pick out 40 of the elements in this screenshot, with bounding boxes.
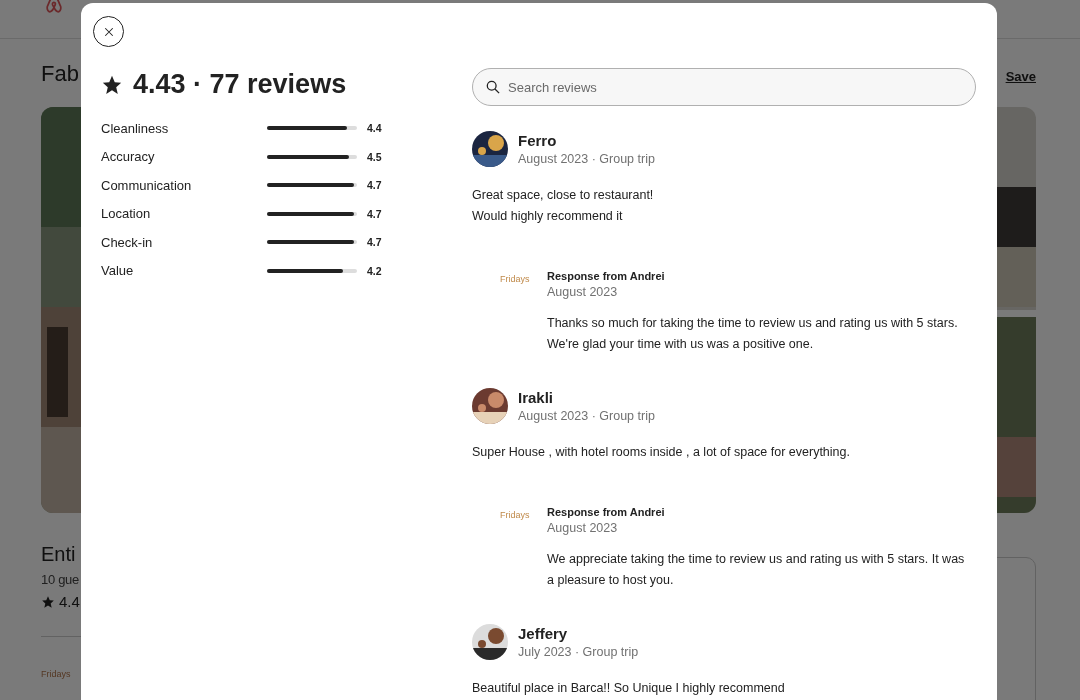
listing-title: Fab	[41, 61, 80, 88]
response-heading: Response from Andrei	[547, 270, 666, 282]
close-button[interactable]	[93, 16, 124, 47]
response-heading: Response from Andrei	[547, 506, 666, 518]
response-text: We appreciate taking the time to review us and rating us with 5 stars. It was a pleasure to host you.	[547, 551, 965, 589]
listing-rating: 4.4	[59, 593, 80, 610]
host-logo: Fridays	[499, 510, 531, 522]
category-name: Check-in	[101, 234, 154, 250]
review-text: Super House , with hotel rooms inside , a lot of space for everything.	[472, 444, 851, 461]
category-score: 4.5	[367, 150, 382, 163]
category-score: 4.4	[367, 122, 382, 135]
category-name: Accuracy	[101, 149, 156, 165]
category-name: Cleanliness	[101, 120, 170, 136]
listing-subtitle: Enti	[41, 543, 77, 566]
category-score: 4.7	[367, 207, 382, 220]
listing-details: 10 gue	[41, 572, 80, 587]
response-text: Thanks so much for taking the time to review us and rating us with 5 stars. We're glad your time with us was a positive one.	[547, 315, 958, 353]
reviewer-name: Irakli	[518, 389, 555, 406]
reviewer-name: Jeffery	[518, 625, 569, 642]
category-name: Communication	[101, 177, 193, 193]
category-score: 4.2	[367, 264, 382, 277]
close-icon	[102, 25, 115, 38]
category-name: Value	[101, 263, 135, 279]
review-meta: August 2023 · Group trip	[518, 152, 655, 166]
response-date: August 2023	[547, 285, 619, 299]
response-date: August 2023	[547, 521, 619, 535]
review-meta: August 2023 · Group trip	[518, 409, 655, 423]
category-score: 4.7	[367, 179, 382, 192]
host-logo: Fridays	[41, 669, 72, 679]
search-field[interactable]: Search reviews	[472, 68, 976, 106]
reviewer-name: Ferro	[518, 132, 558, 149]
review-meta: July 2023 · Group trip	[518, 645, 639, 659]
star-icon	[41, 594, 55, 609]
review-text: Great space, close to restaurant! Would highly recommend it	[472, 187, 655, 225]
review-text: Beautiful place in Barca!! So Unique I highly recommend	[472, 680, 786, 697]
category-score: 4.7	[367, 236, 382, 249]
save-link[interactable]: Save	[1005, 69, 1036, 107]
rating-summary: 4.43 · 77 reviews	[133, 69, 347, 100]
category-name: Location	[101, 206, 152, 222]
host-logo: Fridays	[499, 274, 531, 286]
